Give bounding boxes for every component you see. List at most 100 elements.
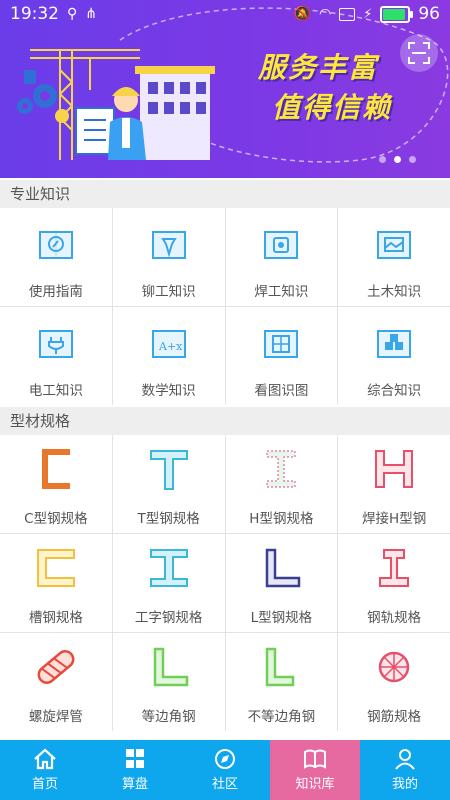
rivet-book-icon	[151, 231, 186, 259]
profile-item[interactable]: T型钢规格	[112, 435, 225, 533]
tab-label: 算盘	[121, 777, 148, 792]
book-icon	[304, 749, 326, 769]
knowledge-item[interactable]: 土木知识	[338, 208, 450, 306]
person-icon	[395, 749, 415, 770]
civil-book-icon	[377, 231, 412, 259]
compass-icon	[215, 749, 235, 769]
h-steel-icon	[266, 450, 296, 488]
formula-book-icon: A+x	[151, 330, 186, 358]
carousel-dot[interactable]	[409, 156, 416, 163]
share-icon: ⋔	[85, 6, 97, 22]
profile-item[interactable]: H型钢规格	[225, 435, 338, 533]
banner-slogan-line1: 服务丰富	[257, 51, 378, 84]
knowledge-label: 铆工知识	[141, 284, 196, 300]
tab-abacus[interactable]: 算盘	[90, 740, 180, 800]
profile-item[interactable]: 钢轨规格	[338, 534, 450, 632]
mute-icon: 🔕	[293, 6, 311, 22]
profile-label: C型钢规格	[24, 511, 88, 527]
profile-label: T型钢规格	[137, 511, 200, 527]
profile-item[interactable]: 钢筋规格	[338, 633, 450, 731]
knowledge-item[interactable]: 使用指南	[0, 208, 112, 306]
profile-item[interactable]: C型钢规格	[0, 435, 112, 533]
drawing-book-icon	[264, 330, 299, 358]
carousel-indicator	[379, 156, 416, 163]
wifi-icon: ◠	[319, 6, 332, 22]
knowledge-item[interactable]: 铆工知识	[112, 208, 225, 306]
knowledge-item[interactable]: 看图识图	[225, 307, 338, 405]
scan-icon	[408, 42, 430, 64]
tab-mine[interactable]: 我的	[360, 740, 450, 800]
grid-icon	[126, 749, 144, 768]
rail-icon	[379, 549, 410, 587]
profiles-grid: C型钢规格 T型钢规格 H型钢规格 焊接H型钢 槽钢规格 工字钢规格 L型钢规格…	[0, 435, 450, 731]
banner-slogan-line2: 值得信赖	[271, 91, 392, 124]
knowledge-item[interactable]: 电工知识	[0, 307, 112, 405]
profile-label: H型钢规格	[249, 511, 314, 527]
compass-book-icon	[38, 231, 73, 259]
profile-item[interactable]: L型钢规格	[225, 534, 338, 632]
unequal-angle-icon	[266, 647, 295, 687]
status-bar: 19:32 ⚲ ⋔ 🔕 ◠ ⚡ 96	[0, 0, 450, 30]
t-steel-icon	[149, 450, 188, 490]
knowledge-label: 土木知识	[367, 284, 422, 300]
rebar-icon	[378, 651, 410, 683]
charging-icon: ⚡	[363, 6, 373, 22]
tab-label: 知识库	[295, 777, 335, 792]
profile-item[interactable]: 槽钢规格	[0, 534, 112, 632]
knowledge-item[interactable]: A+x 数学知识	[112, 307, 225, 405]
knowledge-label: 综合知识	[367, 383, 422, 399]
svg-text:A+x: A+x	[158, 340, 183, 353]
profile-label: 焊接H型钢	[362, 511, 427, 527]
home-icon	[34, 748, 56, 770]
spiral-pipe-icon	[37, 650, 75, 684]
profile-label: 钢筋规格	[367, 709, 422, 725]
tab-label: 社区	[211, 777, 238, 792]
cubes-book-icon	[377, 330, 412, 358]
tab-knowledge[interactable]: 知识库	[270, 740, 360, 800]
bottom-nav: 首页 算盘 社区 知识库 我的	[0, 740, 450, 800]
tab-label: 首页	[31, 777, 58, 792]
profile-label: 螺旋焊管	[28, 709, 83, 725]
profile-label: 工字钢规格	[134, 610, 203, 626]
knowledge-label: 焊工知识	[254, 284, 309, 300]
knowledge-label: 电工知识	[28, 383, 83, 399]
knowledge-label: 使用指南	[28, 284, 83, 300]
profile-item[interactable]: 工字钢规格	[112, 534, 225, 632]
profile-label: 钢轨规格	[367, 610, 422, 626]
status-time: 19:32	[10, 4, 59, 24]
profile-item[interactable]: 不等边角钢	[225, 633, 338, 731]
tab-home[interactable]: 首页	[0, 740, 90, 800]
knowledge-label: 数学知识	[141, 383, 196, 399]
l-steel-icon	[266, 548, 301, 588]
plug-book-icon	[38, 330, 73, 358]
profile-label: 等边角钢	[141, 709, 196, 725]
knowledge-item[interactable]: 综合知识	[338, 307, 450, 405]
i-beam-icon	[149, 549, 188, 587]
section-title-profiles: 型材规格	[0, 407, 450, 435]
profile-item[interactable]: 焊接H型钢	[338, 435, 450, 533]
knowledge-item[interactable]: 焊工知识	[225, 208, 338, 306]
equal-angle-icon	[153, 647, 188, 687]
tab-label: 我的	[391, 777, 418, 792]
usb-icon: ⚲	[67, 6, 78, 22]
knowledge-label: 看图识图	[254, 383, 309, 399]
profile-label: 不等边角钢	[247, 709, 316, 725]
c-steel-icon	[41, 449, 70, 489]
profile-item[interactable]: 等边角钢	[112, 633, 225, 731]
section-title-knowledge: 专业知识	[0, 180, 450, 208]
battery-level: 96	[418, 4, 440, 24]
welded-h-steel-icon	[375, 450, 414, 488]
carousel-dot-active[interactable]	[394, 156, 401, 163]
welding-book-icon	[264, 231, 299, 259]
scan-button[interactable]	[400, 34, 438, 72]
tab-community[interactable]: 社区	[180, 740, 270, 800]
screen-icon	[339, 7, 356, 21]
profile-item[interactable]: 螺旋焊管	[0, 633, 112, 731]
channel-steel-icon	[36, 549, 75, 587]
construction-illustration-icon	[17, 49, 215, 160]
top-banner[interactable]: 19:32 ⚲ ⋔ 🔕 ◠ ⚡ 96 服务丰富 值得信赖	[0, 0, 450, 178]
profile-label: L型钢规格	[250, 610, 313, 626]
profile-label: 槽钢规格	[28, 610, 83, 626]
carousel-dot[interactable]	[379, 156, 386, 163]
battery-icon	[380, 5, 414, 23]
